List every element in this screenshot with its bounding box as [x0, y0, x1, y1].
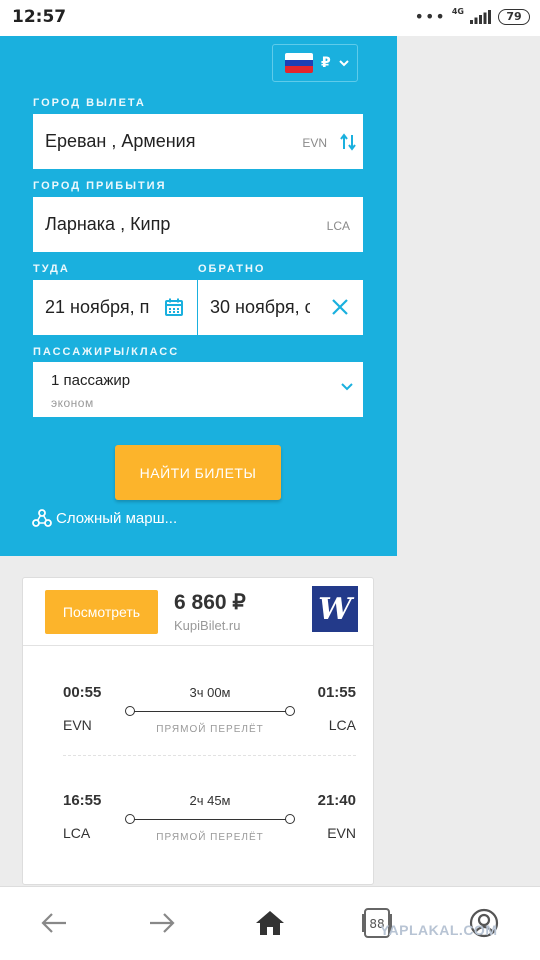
ticket-header: Посмотреть 6 860 ₽ KupiBilet.ru W [23, 578, 373, 646]
home-icon [256, 911, 284, 935]
arrival-field[interactable]: Ларнака , Кипр LCA [33, 197, 363, 252]
clear-icon[interactable] [331, 298, 349, 316]
departure-airport: EVN [63, 717, 92, 733]
route-icon [32, 509, 52, 527]
depart-date-field[interactable]: 21 ноября, п [33, 280, 197, 335]
status-bar: 12:57 ••• 4G 79 [0, 0, 540, 36]
currency-symbol: ₽ [321, 55, 331, 71]
arrival-code: LCA [326, 219, 350, 233]
agency-name: KupiBilet.ru [174, 618, 241, 633]
arrival-city: Ларнака , Кипр [45, 214, 171, 234]
complex-route-link[interactable]: Сложный марш... [32, 509, 177, 527]
ticket-card[interactable]: Посмотреть 6 860 ₽ KupiBilet.ru W 00:55 … [22, 577, 374, 885]
destination-dot [285, 706, 295, 716]
departure-code: EVN [302, 136, 327, 150]
departure-time: 00:55 [63, 684, 102, 701]
arrival-airport: LCA [328, 717, 356, 733]
flight-duration: 3ч 00м [189, 685, 231, 700]
forward-button[interactable] [144, 905, 180, 941]
find-tickets-button[interactable]: НАЙТИ БИЛЕТЫ [115, 445, 281, 500]
leg-divider [63, 755, 356, 756]
passengers-label: ПАССАЖИРЫ/КЛАСС [33, 346, 180, 358]
depart-date-label: ТУДА [33, 263, 70, 275]
arrival-time: 01:55 [317, 684, 356, 701]
passengers-count: 1 пассажир [51, 372, 131, 389]
destination-dot [285, 814, 295, 824]
network-type: 4G [451, 6, 464, 16]
origin-dot [125, 706, 135, 716]
swap-icon[interactable] [340, 133, 356, 151]
search-form: ₽ ГОРОД ВЫЛЕТА Ереван , Армения EVN ГОРО… [0, 36, 397, 556]
flight-duration: 2ч 45м [189, 793, 231, 808]
browser-nav-bar: 88 YAPLAKAL.COM [0, 886, 540, 960]
currency-selector[interactable]: ₽ [272, 44, 358, 82]
departure-city: Ереван , Армения [45, 131, 196, 151]
chevron-down-icon [341, 383, 353, 391]
departure-time: 16:55 [63, 792, 102, 809]
back-button[interactable] [36, 905, 72, 941]
page-gutter [397, 36, 540, 886]
return-date-field[interactable]: 30 ноября, ср [198, 280, 363, 335]
watermark: YAPLAKAL.COM [380, 922, 498, 938]
route-line [128, 819, 290, 820]
signal-icon [470, 10, 491, 24]
return-leg: 16:55 2ч 45м 21:40 LCA ПРЯМОЙ ПЕРЕЛЁТ EV… [23, 792, 373, 862]
russia-flag-icon [285, 53, 313, 73]
more-notifications-icon: ••• [414, 7, 446, 26]
return-date-label: ОБРАТНО [198, 263, 266, 275]
flight-type: ПРЯМОЙ ПЕРЕЛЁТ [156, 724, 264, 735]
return-date-value: 30 ноября, ср [210, 297, 310, 317]
arrow-right-icon [150, 913, 175, 933]
arrival-time: 21:40 [317, 792, 356, 809]
battery-icon: 79 [498, 9, 530, 25]
agency-logo: W [312, 586, 358, 632]
calendar-icon[interactable] [165, 298, 183, 316]
arrival-label: ГОРОД ПРИБЫТИЯ [33, 180, 167, 192]
passengers-field[interactable]: 1 пассажир эконом [33, 362, 363, 417]
origin-dot [125, 814, 135, 824]
departure-airport: LCA [63, 825, 91, 841]
chevron-down-icon [339, 60, 349, 67]
depart-date-value: 21 ноября, п [45, 297, 150, 317]
complex-route-label: Сложный марш... [56, 509, 178, 527]
cabin-class: эконом [51, 396, 94, 410]
arrival-airport: EVN [327, 825, 356, 841]
status-icons: ••• 4G 79 [414, 6, 530, 26]
clock: 12:57 [12, 7, 67, 27]
arrow-left-icon [41, 913, 66, 933]
departure-label: ГОРОД ВЫЛЕТА [33, 97, 146, 109]
departure-field[interactable]: Ереван , Армения EVN [33, 114, 363, 169]
ticket-price: 6 860 ₽ [174, 591, 246, 614]
route-line [128, 711, 290, 712]
home-button[interactable] [252, 905, 288, 941]
outbound-leg: 00:55 3ч 00м 01:55 EVN ПРЯМОЙ ПЕРЕЛЁТ LC… [23, 684, 373, 754]
flight-type: ПРЯМОЙ ПЕРЕЛЁТ [156, 832, 264, 843]
view-offer-button[interactable]: Посмотреть [45, 590, 158, 634]
